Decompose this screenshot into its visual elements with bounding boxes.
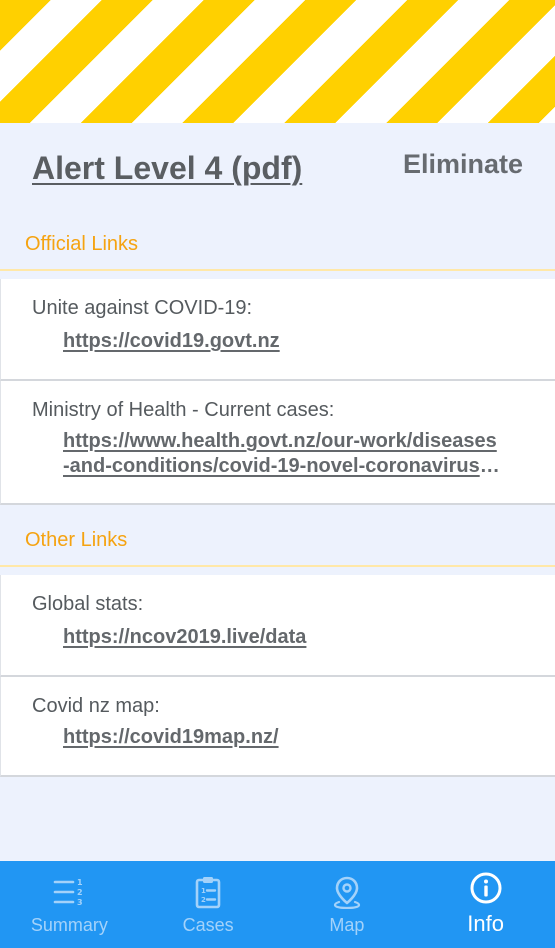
link-card-global-stats[interactable]: Global stats: https://ncov2019.live/data — [0, 575, 555, 677]
link-label: Ministry of Health - Current cases: — [32, 399, 335, 421]
svg-text:1: 1 — [77, 878, 83, 887]
other-links-title: Other Links — [25, 529, 128, 551]
svg-text:2: 2 — [201, 896, 206, 904]
svg-text:2: 2 — [77, 888, 83, 897]
alert-level-pdf-link[interactable]: Alert Level 4 (pdf) — [32, 150, 302, 187]
tab-label: Info — [467, 911, 504, 936]
alert-stripe-banner — [0, 0, 555, 123]
list-numbered-icon: 1 2 3 — [54, 878, 83, 907]
official-links-title: Official Links — [25, 233, 139, 255]
link-url[interactable]: https://ncov2019.live/data — [63, 626, 306, 649]
svg-text:3: 3 — [77, 898, 83, 907]
tab-map[interactable]: Map — [278, 861, 417, 948]
link-url[interactable]: https://www.health.govt.nz/our-work/dise… — [63, 429, 503, 479]
official-links-header: Official Links — [0, 223, 555, 271]
link-card-covid-map[interactable]: Covid nz map: https://covid19map.nz/ — [0, 677, 555, 777]
tab-cases[interactable]: 1 2 Cases — [139, 861, 278, 948]
alert-status-label: Eliminate — [402, 149, 523, 179]
link-label: Global stats: — [32, 593, 144, 615]
link-card-unite[interactable]: Unite against COVID-19: https://covid19.… — [0, 279, 555, 381]
tab-info[interactable]: Info — [416, 861, 555, 948]
svg-text:1: 1 — [201, 887, 206, 895]
bottom-tab-bar: 1 2 3 Summary 1 2 Cases Map Info — [0, 861, 555, 948]
link-url[interactable]: https://covid19.govt.nz — [63, 330, 280, 353]
clipboard-list-icon: 1 2 — [195, 877, 221, 909]
tab-summary[interactable]: 1 2 3 Summary — [0, 861, 139, 948]
link-label: Covid nz map: — [32, 695, 160, 717]
map-pin-icon — [333, 876, 360, 909]
tab-label: Map — [329, 915, 365, 935]
tab-label: Cases — [182, 915, 234, 935]
tab-label: Summary — [30, 915, 108, 935]
other-links-header: Other Links — [0, 519, 555, 567]
link-url[interactable]: https://covid19map.nz/ — [63, 726, 279, 749]
alert-level-row: Alert Level 4 (pdf) Eliminate — [0, 123, 555, 223]
info-circle-icon — [470, 872, 502, 904]
link-label: Unite against COVID-19: — [32, 297, 253, 319]
link-card-ministry[interactable]: Ministry of Health - Current cases: http… — [0, 381, 555, 505]
